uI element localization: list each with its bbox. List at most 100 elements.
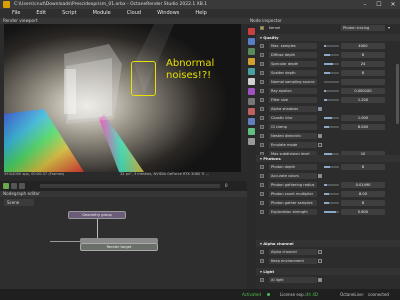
play-icon[interactable] [3,183,9,189]
quality-param-value-field[interactable]: 1.000 [341,115,385,121]
record-icon[interactable] [19,183,25,189]
photon-param-slider[interactable] [324,202,339,204]
quality-param-slider[interactable] [324,81,339,83]
parameter-icon [260,192,264,196]
tool-icon-10[interactable] [248,118,255,125]
quality-param-row: Ray epsilon 0.000100 [256,87,400,95]
quality-param-slider[interactable] [324,54,339,56]
quality-param-slider[interactable] [324,117,339,119]
tool-icon-8[interactable] [248,98,255,105]
photon-param-value-field[interactable]: 8 [341,200,385,206]
quality-param-slider[interactable] [324,72,339,74]
light-param-row: AI light [256,276,400,284]
tool-icon-5[interactable] [248,68,255,75]
minimize-button[interactable]: – [358,0,372,9]
photon-param-slider[interactable] [324,166,339,168]
quality-param-slider[interactable] [324,126,339,128]
light-param-checkbox[interactable] [318,278,322,282]
quality-param-slider[interactable] [324,63,339,65]
photon-param-slider[interactable] [324,184,339,186]
quality-param-value-field[interactable]: 8.040 [341,124,385,130]
menu-help[interactable]: Help [187,9,214,18]
photon-param-label: Photon gathering radius [269,182,317,188]
alpha-param-checkbox[interactable] [318,250,322,254]
tool-icon-4[interactable] [248,58,255,65]
menu-script[interactable]: Script [54,9,85,18]
quality-param-slider[interactable] [324,90,339,92]
photon-param-checkbox[interactable] [318,174,322,178]
parameter-icon [260,107,264,111]
tool-icon-12[interactable] [248,138,255,145]
photon-param-value-field[interactable]: 0.800 [341,209,385,215]
quality-param-checkbox[interactable] [318,143,322,147]
photon-param-row: Accurate colors [256,172,400,180]
quality-param-slider-fill [324,72,330,74]
quality-param-value-field[interactable]: 8 [341,52,385,58]
photon-param-value-field[interactable]: 8.00 [341,191,385,197]
stop-icon[interactable] [11,183,17,189]
geometry-group-node[interactable]: Geometry group [68,211,126,219]
quality-param-label: Caustic blur [269,115,317,121]
parameter-icon [260,250,264,254]
alpha-param-checkbox[interactable] [318,259,322,263]
quality-param-row: Scatter depth 8 [256,69,400,77]
tool-icon-11[interactable] [248,128,255,135]
tool-icon-6[interactable] [248,78,255,85]
section-photons[interactable]: ▾ Photons [256,155,400,162]
tool-icon-3[interactable] [248,48,255,55]
menu-windows[interactable]: Windows [149,9,187,18]
nodegraph-editor[interactable]: Scene Geometry group Render target [0,197,247,289]
quality-param-slider[interactable] [324,45,339,47]
inspector-scrollbar[interactable] [396,64,399,124]
quality-param-label: Nested dielectric [269,133,317,139]
chevron-down-icon[interactable]: ▾ [388,24,390,32]
parameter-icon [260,143,264,147]
quality-param-value-field[interactable]: 1.200 [341,97,385,103]
quality-param-value-field[interactable]: 0.000100 [341,88,385,94]
render-image [4,24,241,172]
render-viewport[interactable] [4,24,241,172]
window-title: C:\Users\cnut\Downloads\Prescidexprism_0… [14,2,208,7]
quality-param-value-field[interactable]: 24 [341,61,385,67]
quality-param-slider-fill [324,45,326,47]
quality-param-value-field[interactable] [341,79,385,85]
activation-status: Activated [242,292,261,297]
menu-file[interactable]: File [4,9,28,18]
photon-param-slider[interactable] [324,211,339,213]
menu-cloud[interactable]: Cloud [119,9,149,18]
section-alpha[interactable]: ▾ Alpha channel [256,240,400,247]
light-param-label: AI light [269,277,317,283]
quality-param-checkbox[interactable] [318,107,322,111]
quality-param-checkbox[interactable] [318,134,322,138]
maximize-button[interactable]: ☐ [372,0,386,9]
photon-param-slider[interactable] [324,193,339,195]
section-light[interactable]: ▾ Light [256,268,400,275]
close-button[interactable]: ✕ [386,0,400,9]
tool-icon-9[interactable] [248,108,255,115]
menu-edit[interactable]: Edit [28,9,54,18]
quality-param-row: Alpha shadows [256,105,400,113]
menu-module[interactable]: Module [85,9,119,18]
quality-param-value-field[interactable]: 8 [341,70,385,76]
node-connection [50,241,80,242]
photon-param-label: Photon depth [269,164,317,170]
quality-param-slider[interactable] [324,99,339,101]
parameter-icon [260,80,264,84]
quality-param-value-field[interactable]: 4000 [341,43,385,49]
tool-icon-1[interactable] [248,28,255,35]
quality-param-label: Alpha shadows [269,106,317,112]
render-target-node[interactable]: Render target [80,243,158,251]
photon-param-value-field[interactable]: 0.01490 [341,182,385,188]
photon-param-value-field[interactable]: 8 [341,164,385,170]
section-quality[interactable]: ▾ Quality [256,34,400,41]
timeline-track[interactable] [40,184,220,188]
parameter-icon [260,98,264,102]
tool-icon-2[interactable] [248,38,255,45]
scene-tab[interactable]: Scene [4,199,34,206]
noise-highlight-box [131,61,156,96]
octanelive-label: OctaneLive: [340,292,364,297]
tool-icon-7[interactable] [248,88,255,95]
quality-param-label: Specular depth [269,61,317,67]
timeline-bar[interactable]: 0 [0,181,247,191]
kernel-select[interactable]: Photon tracing [341,25,385,31]
